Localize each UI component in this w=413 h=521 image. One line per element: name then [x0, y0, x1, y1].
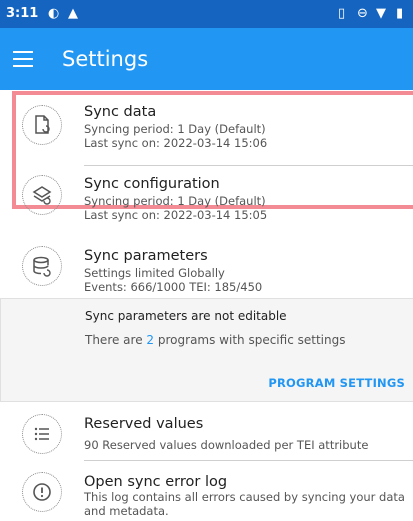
- sync-parameters-limit: Settings limited Globally: [84, 266, 225, 280]
- reserved-values-subtitle: 90 Reserved values downloaded per TEI at…: [84, 438, 369, 452]
- status-time: 3:11: [6, 6, 39, 21]
- sync-data-icon: [22, 105, 62, 145]
- program-settings-button[interactable]: PROGRAM SETTINGS: [268, 376, 405, 390]
- dnd-icon: ⊖: [357, 6, 368, 21]
- sync-configuration-period: Syncing period: 1 Day (Default): [84, 194, 266, 208]
- data-saver-icon: ◐: [48, 6, 60, 21]
- vibrate-icon: ▯: [338, 6, 346, 21]
- reserved-values-icon: [22, 414, 62, 454]
- sync-parameters-icon: [22, 246, 62, 286]
- divider: [84, 165, 413, 166]
- sync-configuration-title: Sync configuration: [84, 176, 220, 192]
- sync-parameters-title: Sync parameters: [84, 248, 208, 264]
- sync-data-last-sync: Last sync on: 2022-03-14 15:06: [84, 136, 268, 150]
- page-title: Settings: [62, 47, 149, 71]
- sync-data-title: Sync data: [84, 104, 157, 120]
- app-bar: Settings: [0, 28, 413, 90]
- sync-data-period: Syncing period: 1 Day (Default): [84, 122, 266, 136]
- sync-configuration-last-sync: Last sync on: 2022-03-14 15:05: [84, 208, 268, 222]
- programs-count: 2: [146, 333, 155, 347]
- wifi-icon: ▼: [376, 6, 386, 21]
- error-log-icon: [22, 472, 62, 512]
- sync-parameters-card: Sync parameters are not editable There a…: [0, 298, 413, 402]
- menu-icon[interactable]: [12, 45, 34, 73]
- status-bar: 3:11 ◐ ▲ ▯ ⊖ ▼ ▮: [0, 0, 413, 28]
- reserved-values-title: Reserved values: [84, 416, 204, 432]
- battery-icon: ▮: [396, 6, 404, 21]
- not-editable-text: Sync parameters are not editable: [85, 309, 287, 323]
- sync-parameters-events: Events: 666/1000 TEI: 185/450: [84, 280, 263, 294]
- sync-data-item[interactable]: Sync data Syncing period: 1 Day (Default…: [0, 100, 413, 156]
- error-log-item[interactable]: Open sync error log This log contains al…: [0, 470, 413, 518]
- sync-parameters-item[interactable]: Sync parameters Settings limited Globall…: [0, 244, 413, 296]
- warning-icon: ▲: [68, 6, 78, 21]
- sync-configuration-item[interactable]: Sync configuration Syncing period: 1 Day…: [0, 172, 413, 222]
- divider: [84, 460, 413, 461]
- error-log-line1: This log contains all errors caused by s…: [84, 490, 405, 504]
- reserved-values-item[interactable]: Reserved values 90 Reserved values downl…: [0, 412, 413, 456]
- sync-config-icon: [22, 175, 62, 215]
- error-log-line2: and metadata.: [84, 504, 169, 518]
- programs-text: There are 2 programs with specific setti…: [85, 333, 346, 347]
- error-log-title: Open sync error log: [84, 474, 228, 490]
